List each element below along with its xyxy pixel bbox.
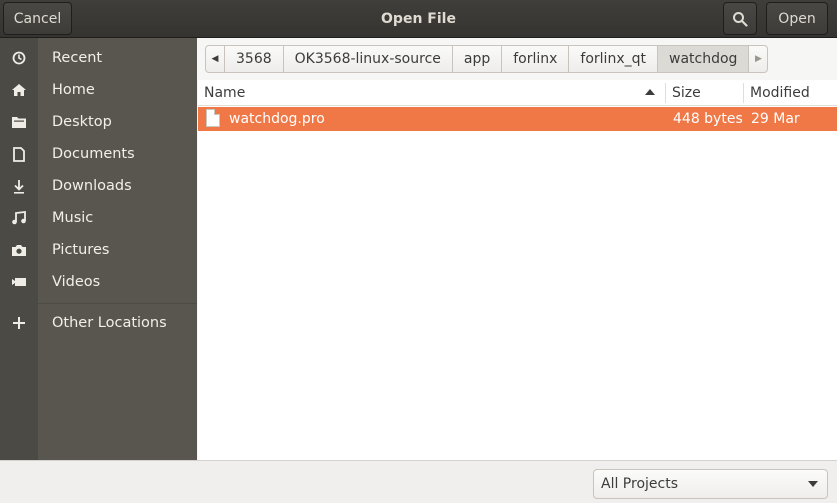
folder-icon — [9, 113, 29, 131]
file-row-selected[interactable]: watchdog.pro 448 bytes 29 Mar — [198, 107, 837, 131]
sidebar-item-music[interactable]: Music — [0, 202, 197, 234]
breadcrumb-item[interactable]: forlinx — [501, 45, 570, 73]
breadcrumb: ◀ 3568 OK3568-linux-source app forlinx f… — [205, 45, 769, 73]
sidebar-item-label: Recent — [52, 50, 103, 66]
breadcrumb-item-current[interactable]: watchdog — [657, 45, 750, 73]
sidebar-item-other-locations[interactable]: Other Locations — [0, 307, 197, 339]
sidebar-item-desktop[interactable]: Desktop — [0, 106, 197, 138]
search-button[interactable] — [723, 2, 757, 35]
text-file-icon — [206, 109, 220, 127]
header-bar: Cancel Open File Open — [0, 0, 837, 38]
column-header-name[interactable]: Name — [204, 80, 245, 106]
sidebar-item-videos[interactable]: Videos — [0, 266, 197, 298]
chevron-right-icon: ▶ — [754, 54, 762, 64]
filter-bar: All Projects — [0, 460, 837, 503]
chevron-down-icon — [808, 481, 818, 487]
column-header-modified[interactable]: Modified — [750, 80, 810, 106]
sidebar-separator — [38, 303, 197, 304]
sidebar-item-label: Home — [52, 82, 95, 98]
file-modified: 29 Mar — [751, 111, 800, 127]
breadcrumb-item[interactable]: app — [451, 45, 503, 73]
sidebar-item-recent[interactable]: Recent — [0, 42, 197, 74]
open-button[interactable]: Open — [766, 2, 828, 35]
sidebar-item-label: Videos — [52, 274, 101, 290]
file-filter-value: All Projects — [601, 476, 678, 492]
column-header-row: Name Size Modified — [198, 80, 837, 106]
sort-ascending-icon — [645, 89, 655, 95]
sidebar-item-label: Downloads — [52, 178, 132, 194]
sidebar-item-downloads[interactable]: Downloads — [0, 170, 197, 202]
sidebar-item-pictures[interactable]: Pictures — [0, 234, 197, 266]
column-divider[interactable] — [665, 83, 666, 103]
column-header-size[interactable]: Size — [672, 80, 701, 106]
plus-icon — [9, 314, 29, 332]
breadcrumb-item[interactable]: forlinx_qt — [568, 45, 658, 73]
sidebar-item-documents[interactable]: Documents — [0, 138, 197, 170]
sidebar-item-label: Music — [52, 210, 94, 226]
dialog-title: Open File — [381, 11, 456, 27]
clock-icon — [9, 49, 29, 67]
path-bar-area: ◀ 3568 OK3568-linux-source app forlinx f… — [198, 38, 837, 80]
sidebar-item-label: Other Locations — [52, 315, 167, 331]
document-icon — [9, 145, 29, 163]
breadcrumb-item[interactable]: OK3568-linux-source — [282, 45, 453, 73]
file-filter-dropdown[interactable]: All Projects — [593, 469, 828, 499]
chevron-left-icon: ◀ — [211, 54, 219, 64]
camera-icon — [9, 241, 29, 259]
home-icon — [9, 81, 29, 99]
video-icon — [9, 273, 29, 291]
file-name: watchdog.pro — [229, 111, 325, 127]
file-browser: ◀ 3568 OK3568-linux-source app forlinx f… — [198, 38, 837, 460]
music-icon — [9, 209, 29, 227]
places-sidebar: Recent Home Desktop Documents Downloads … — [0, 38, 197, 460]
download-icon — [9, 177, 29, 195]
column-divider[interactable] — [743, 83, 744, 103]
sidebar-item-label: Documents — [52, 146, 135, 162]
sidebar-item-label: Pictures — [52, 242, 110, 258]
search-icon — [733, 11, 748, 27]
sidebar-item-home[interactable]: Home — [0, 74, 197, 106]
sidebar-item-label: Desktop — [52, 114, 112, 130]
path-scroll-left-button[interactable]: ◀ — [205, 45, 225, 73]
breadcrumb-item[interactable]: 3568 — [224, 45, 284, 73]
file-size: 448 bytes — [673, 111, 743, 127]
path-scroll-right-button[interactable]: ▶ — [748, 45, 769, 73]
cancel-button[interactable]: Cancel — [3, 2, 72, 35]
